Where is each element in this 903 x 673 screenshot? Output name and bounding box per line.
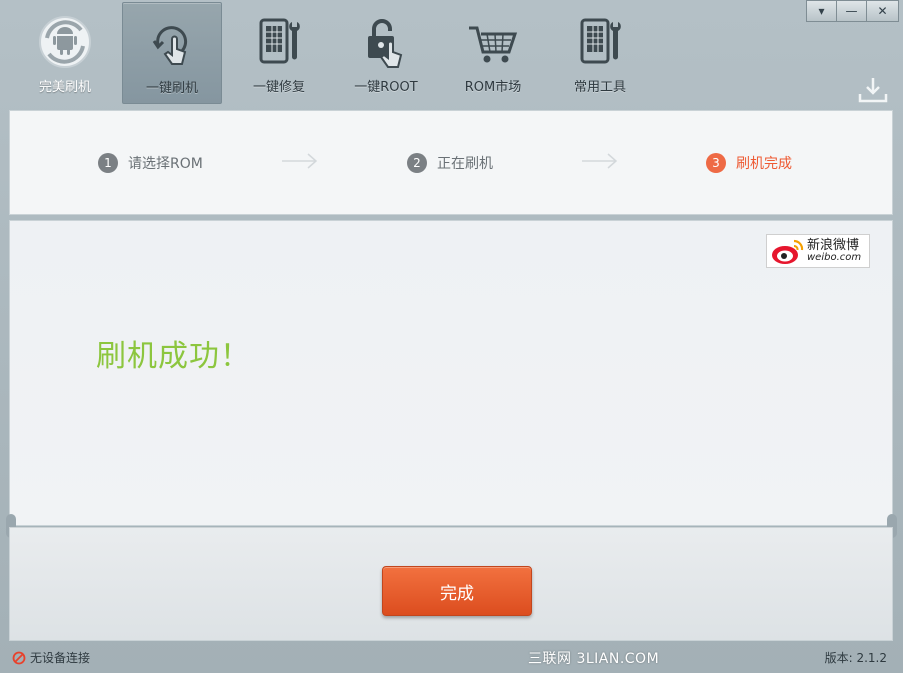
arrow-right-icon [282,153,318,169]
watermark: 三联网 3LIAN.COM [528,651,660,667]
menu-button[interactable]: ▾ [806,0,837,22]
app-window: 完美刷机 一键刷机 一键修复 一键ROOT ROM市场 常用工具 ▾ — ✕ 1… [0,0,903,673]
tool-rom-market[interactable]: ROM市场 [443,2,543,104]
tool-one-click-repair[interactable]: 一键修复 [229,2,329,104]
step-number: 2 [407,153,427,173]
connection-text: 无设备连接 [30,651,91,665]
phone-wrench-icon [259,18,300,64]
connection-status: 无设备连接 [12,649,90,666]
tool-label: 完美刷机 [38,80,91,95]
result-panel: 新浪微博 weibo.com 刷机成功！ [9,220,893,526]
tool-one-click-flash[interactable]: 一键刷机 [122,2,222,104]
step-select-rom: 1 请选择ROM [98,153,203,173]
flash-success-message: 刷机成功！ [96,339,251,374]
download-icon[interactable] [857,76,889,104]
step-flashing: 2 正在刷机 [407,153,493,173]
tool-label: ROM市场 [464,80,522,95]
tool-one-click-root[interactable]: 一键ROOT [336,2,436,104]
step-number: 3 [706,153,726,173]
tool-perfect-flash[interactable]: 完美刷机 [15,2,115,104]
step-label: 请选择ROM [128,156,203,172]
step-label: 正在刷机 [437,156,493,172]
weibo-share-button[interactable]: 新浪微博 weibo.com [766,234,870,268]
weibo-text: 新浪微博 weibo.com [807,239,861,263]
action-bar: 完成 [9,527,893,641]
step-label: 刷机完成 [736,156,792,172]
version-label: 版本: 2.1.2 [824,651,887,665]
progress-steps: 1 请选择ROM 2 正在刷机 3 刷机完成 [9,110,893,215]
weibo-en: weibo.com [807,252,862,263]
shopping-cart-icon [469,26,518,63]
unlock-touch-icon [368,19,403,68]
close-button[interactable]: ✕ [866,0,899,22]
tool-label: 一键刷机 [145,81,198,96]
touch-refresh-icon [152,26,188,65]
tool-common-tools[interactable]: 常用工具 [550,2,650,104]
finish-button[interactable]: 完成 [382,566,532,616]
tool-label: 一键修复 [252,80,305,95]
phone-tools-icon [580,18,621,64]
android-refresh-icon [39,16,91,68]
no-device-icon [12,651,26,664]
arrow-right-icon [582,153,618,169]
main-toolbar: 完美刷机 一键刷机 一键修复 一键ROOT ROM市场 常用工具 ▾ — ✕ [0,0,903,108]
step-flash-complete: 3 刷机完成 [706,153,792,173]
step-number: 1 [98,153,118,173]
window-controls: ▾ — ✕ [806,0,899,22]
weibo-cn: 新浪微博 [807,238,860,253]
tool-label: 常用工具 [573,80,626,95]
weibo-logo-icon [772,239,804,264]
status-bar: 无设备连接 三联网 3LIAN.COM 版本: 2.1.2 [0,643,903,673]
minimize-button[interactable]: — [836,0,867,22]
tool-label: 一键ROOT [354,80,418,95]
